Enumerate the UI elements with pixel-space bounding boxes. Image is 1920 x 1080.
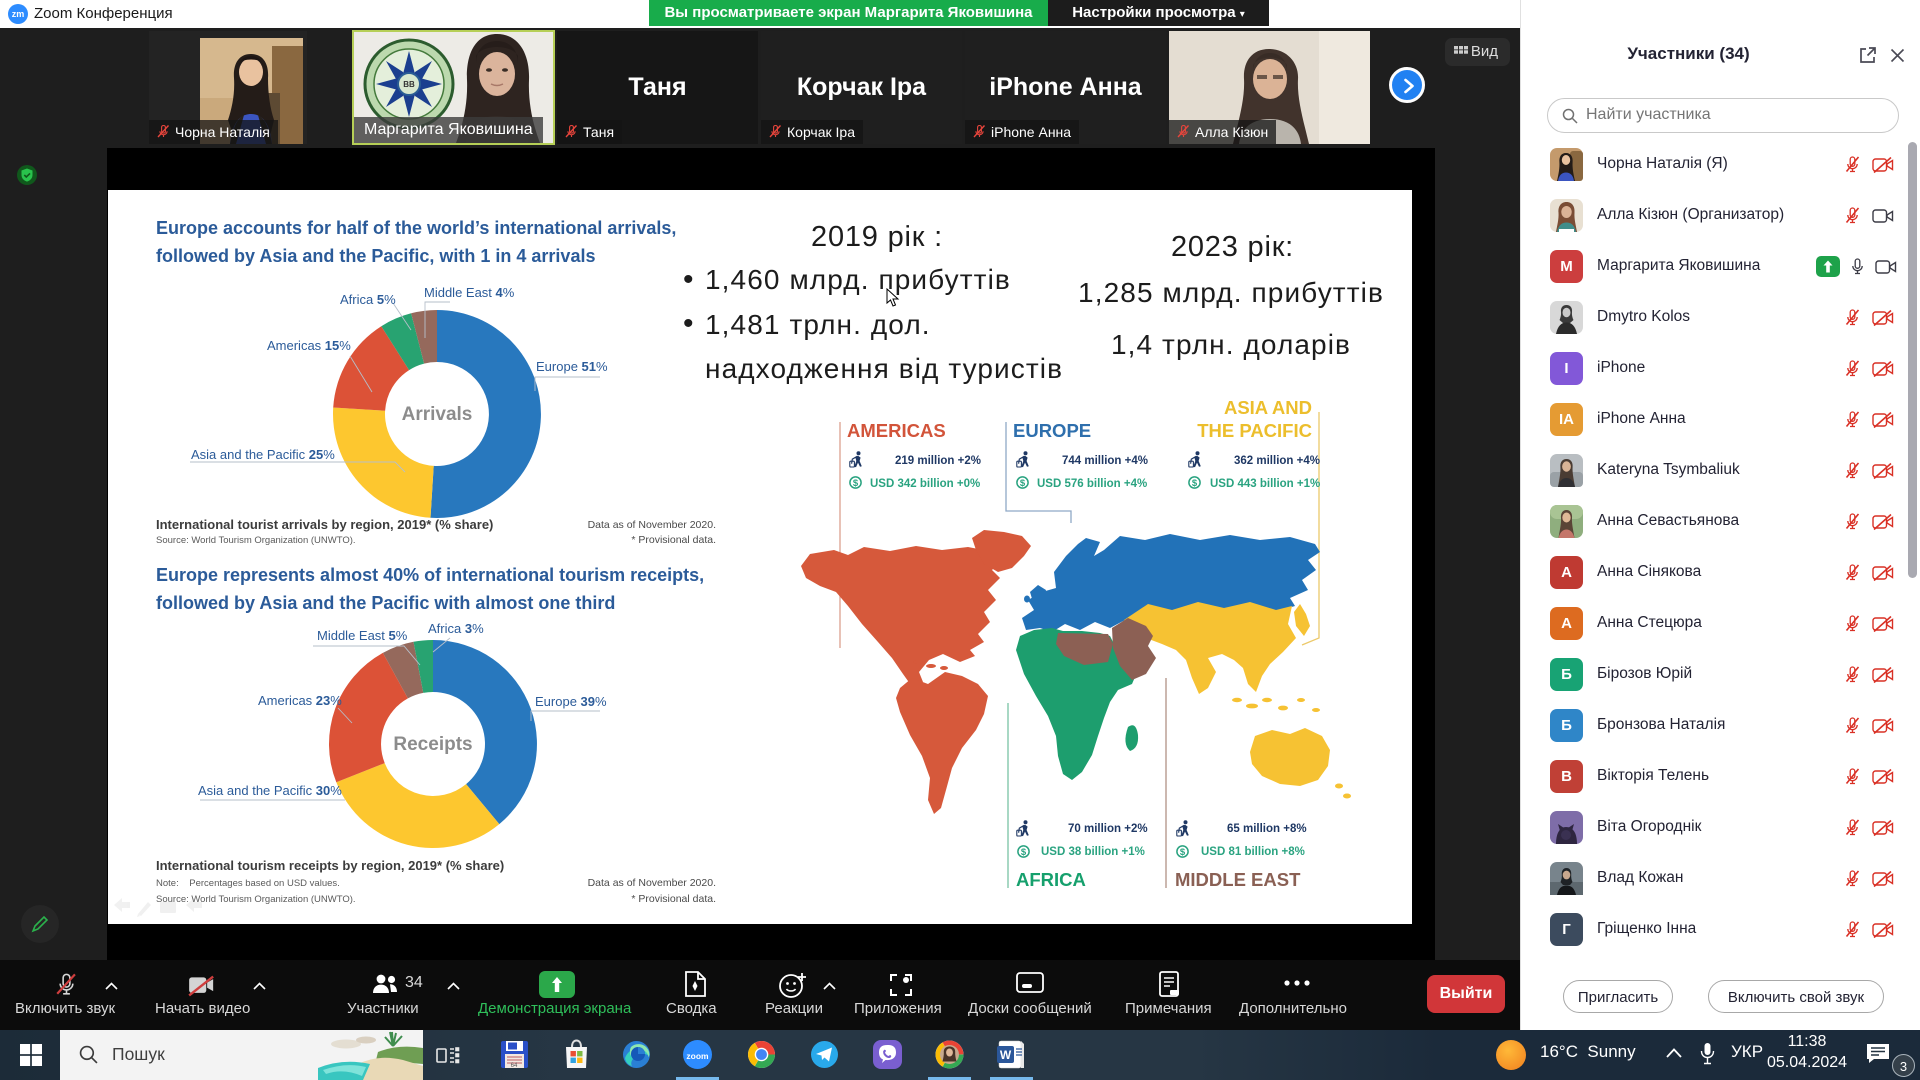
svg-text:Europe 39%: Europe 39%: [535, 694, 607, 709]
svg-text:Europe 51%: Europe 51%: [536, 359, 608, 374]
svg-text:THE PACIFIC: THE PACIFIC: [1197, 420, 1312, 441]
svg-text:Americas 15%: Americas 15%: [267, 338, 351, 353]
svg-text:USD 81 billion +8%: USD 81 billion +8%: [1201, 846, 1305, 858]
svg-text:64: 64: [511, 1063, 518, 1069]
svg-text:744 million +4%: 744 million +4%: [1062, 455, 1148, 467]
svg-text:* Provisional data.: * Provisional data.: [631, 893, 716, 905]
svg-text:USD 576 billion +4%: USD 576 billion +4%: [1037, 478, 1147, 490]
svg-text:MIDDLE EAST: MIDDLE EAST: [1175, 869, 1301, 890]
svg-text:Americas 23%: Americas 23%: [258, 693, 342, 708]
svg-text:70 million +2%: 70 million +2%: [1068, 823, 1148, 835]
svg-text:Data as of November 2020.: Data as of November 2020.: [588, 877, 716, 889]
svg-text:AFRICA: AFRICA: [1016, 869, 1086, 890]
svg-text:Middle East 4%: Middle East 4%: [424, 285, 515, 300]
svg-text:W: W: [1000, 1048, 1012, 1062]
svg-text:Africa 5%: Africa 5%: [340, 292, 396, 307]
svg-text:* Provisional data.: * Provisional data.: [631, 534, 716, 546]
svg-text:Middle East 5%: Middle East 5%: [317, 628, 408, 643]
svg-text:Receipts: Receipts: [393, 734, 472, 755]
svg-text:65 million +8%: 65 million +8%: [1227, 823, 1307, 835]
svg-text:Arrivals: Arrivals: [402, 404, 473, 425]
svg-text:219 million +2%: 219 million +2%: [895, 455, 981, 467]
svg-text:Source: World Tourism Organiza: Source: World Tourism Organization (UNWT…: [156, 894, 356, 905]
svg-text:362 million +4%: 362 million +4%: [1234, 455, 1320, 467]
svg-text:USD 38 billion +1%: USD 38 billion +1%: [1041, 846, 1145, 858]
svg-text:USD 342 billion +0%: USD 342 billion +0%: [870, 478, 980, 490]
svg-text:Data as of November 2020.: Data as of November 2020.: [588, 519, 716, 531]
svg-text:AMERICAS: AMERICAS: [847, 420, 946, 441]
svg-text:Asia and the Pacific 30%: Asia and the Pacific 30%: [198, 783, 342, 798]
svg-text:ВВ: ВВ: [403, 80, 415, 89]
svg-text:Asia and the Pacific 25%: Asia and the Pacific 25%: [191, 447, 335, 462]
svg-text:International tourist arrivals: International tourist arrivals by region…: [156, 517, 493, 532]
svg-text:Source: World Tourism Organiza: Source: World Tourism Organization (UNWT…: [156, 535, 356, 546]
svg-text:ASIA AND: ASIA AND: [1224, 397, 1312, 418]
svg-text:USD 443 billion +1%: USD 443 billion +1%: [1210, 478, 1320, 490]
svg-text:EUROPE: EUROPE: [1013, 420, 1091, 441]
svg-text:Africa 3%: Africa 3%: [428, 621, 484, 636]
svg-text:Note: Percentages based on: Note: Percentages based on USD values.: [156, 878, 340, 889]
svg-text:International tourism receipts: International tourism receipts by region…: [156, 858, 504, 873]
